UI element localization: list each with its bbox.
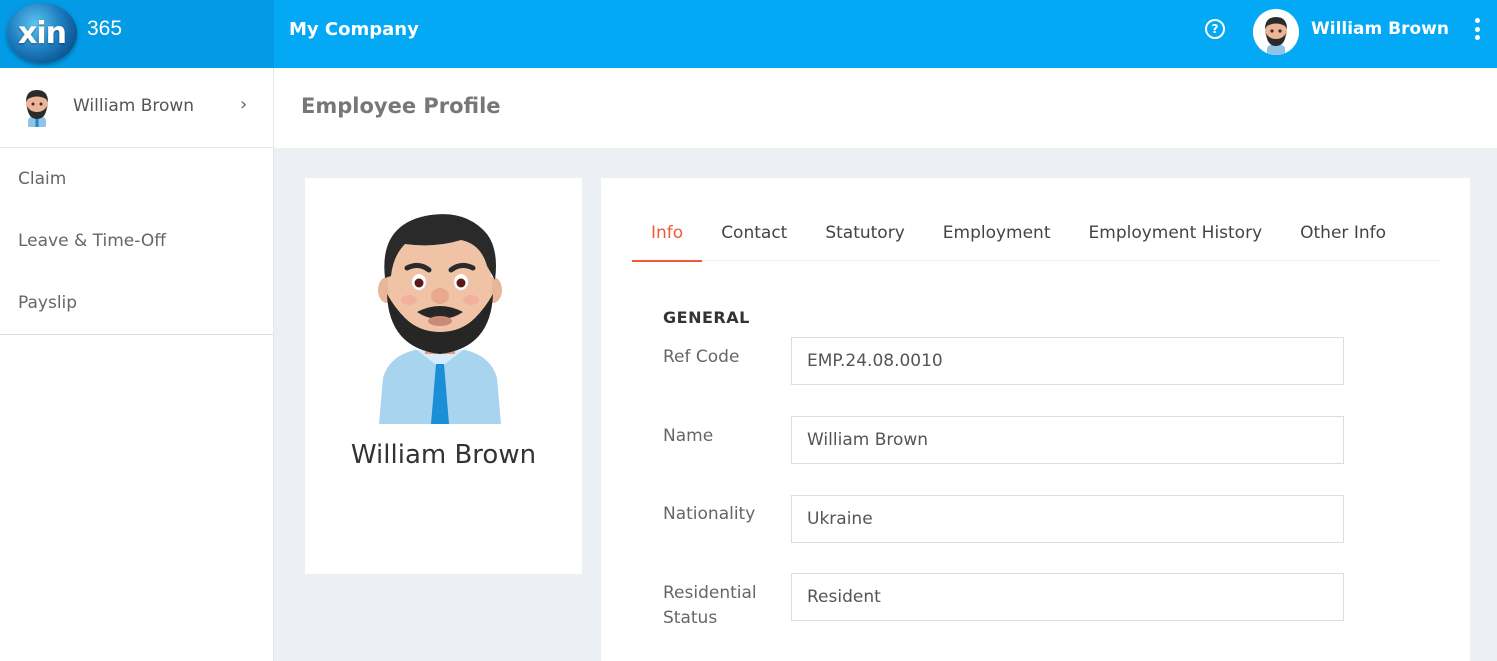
info-card: Info Contact Statutory Employment Employ… [601,178,1470,661]
tab-info[interactable]: Info [632,218,703,262]
sidebar-item-payslip[interactable]: Payslip [0,272,273,334]
name-field[interactable] [791,416,1344,464]
profile-photo [365,208,515,424]
tab-contact[interactable]: Contact [702,218,806,261]
brand-suffix: 365 [87,17,123,40]
page-header: Employee Profile [274,68,1497,148]
more-options-icon[interactable] [1470,18,1484,40]
residential-status-label: Residential Status [663,583,757,628]
tab-employment[interactable]: Employment [924,218,1070,261]
sidebar-user-name: William Brown [73,96,195,116]
sidebar-item-leave[interactable]: Leave & Time-Off [0,210,273,272]
sidebar-item-claim[interactable]: Claim [0,148,273,210]
nationality-field[interactable] [791,495,1344,543]
section-title-general: GENERAL [663,308,750,327]
xin-logo[interactable]: xin [7,3,77,63]
page-title: Employee Profile [301,94,501,118]
sidebar-nav: Claim Leave & Time-Off Payslip [0,148,273,335]
avatar-icon [26,90,48,127]
top-bar: xin 365 My Company ? William Brown [0,0,1497,68]
sidebar: William Brown › Claim Leave & Time-Off P… [0,68,274,661]
avatar-icon [1253,9,1299,55]
sidebar-user[interactable]: William Brown › [0,68,273,148]
help-icon[interactable]: ? [1205,19,1225,39]
sidebar-avatar [19,87,55,127]
company-name[interactable]: My Company [289,19,419,40]
tab-employment-history[interactable]: Employment History [1070,218,1282,261]
nationality-label: Nationality [663,504,756,524]
residential-status-field[interactable] [791,573,1344,621]
tab-other-info[interactable]: Other Info [1281,218,1405,261]
ref-code-label: Ref Code [663,347,740,367]
profile-tabs: Info Contact Statutory Employment Employ… [632,218,1440,262]
chevron-right-icon[interactable]: › [240,94,247,115]
top-user-name[interactable]: William Brown [1311,19,1449,39]
profile-avatar-illustration [378,214,502,424]
tab-statutory[interactable]: Statutory [806,218,923,261]
ref-code-field[interactable] [791,337,1344,385]
profile-name: William Brown [350,440,537,470]
avatar[interactable] [1253,9,1299,55]
brand-area[interactable]: xin 365 [0,0,274,68]
name-label: Name [663,426,714,446]
profile-card: William Brown [305,178,582,574]
